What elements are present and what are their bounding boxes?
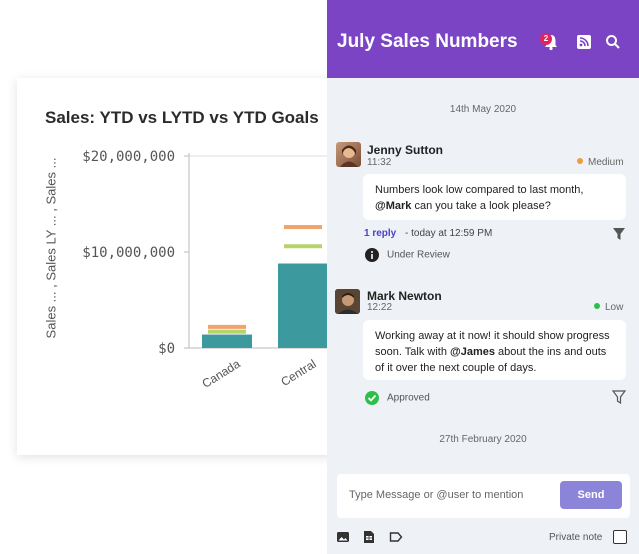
- sales-chart-card: Sales: YTD vs LYTD vs YTD Goals Sales ..…: [17, 78, 347, 455]
- y-tick-label: $10,000,000: [82, 245, 175, 261]
- avatar-image: [335, 289, 360, 314]
- mention[interactable]: @Mark: [375, 200, 411, 212]
- priority-dot: [594, 303, 600, 309]
- send-button[interactable]: Send: [560, 481, 622, 509]
- priority-indicator: Medium: [577, 157, 624, 168]
- date-separator: 14th May 2020: [449, 104, 517, 115]
- status-label: Approved: [387, 392, 430, 404]
- avatar-mark: [335, 289, 360, 314]
- status-label: Under Review: [387, 249, 450, 261]
- image-attach-icon[interactable]: [336, 530, 350, 544]
- marker-lytd: [284, 244, 322, 249]
- spreadsheet-attach-icon[interactable]: [362, 530, 376, 544]
- filter-icon[interactable]: [612, 227, 626, 241]
- message-time: 12:22: [367, 302, 393, 313]
- priority-dot: [577, 158, 583, 164]
- filter-outline-icon[interactable]: [612, 390, 626, 404]
- private-note-label: Private note: [549, 532, 603, 543]
- notification-badge: 2: [540, 33, 552, 45]
- priority-label: Low: [605, 302, 624, 313]
- bar-ytd: [278, 263, 328, 348]
- y-tick-label: $20,000,000: [82, 149, 175, 165]
- status-row: Approved: [365, 391, 430, 405]
- marker-goal: [208, 324, 246, 329]
- message-input[interactable]: [347, 488, 551, 502]
- check-glyph: [367, 394, 377, 402]
- reply-time: - today at 12:59 PM: [405, 228, 493, 239]
- priority-indicator: Low: [594, 302, 623, 313]
- panel-header: July Sales Numbers 2: [327, 0, 639, 78]
- reply-link[interactable]: 1 reply: [364, 228, 396, 239]
- x-tick-label: Canada: [200, 357, 243, 391]
- tag-icon[interactable]: [389, 530, 403, 544]
- status-row: Under Review: [365, 248, 450, 262]
- info-glyph: [371, 251, 373, 259]
- chat-panel: July Sales Numbers 2 14th May 2020 Jenny…: [327, 0, 639, 554]
- y-tick-label: $0: [158, 341, 175, 357]
- panel-title: July Sales Numbers: [337, 31, 518, 52]
- marker-goal: [284, 225, 322, 230]
- avatar-jenny: [336, 142, 361, 167]
- marker-lytd: [208, 329, 246, 334]
- check-icon: [365, 391, 379, 405]
- private-note-checkbox[interactable]: [613, 530, 627, 544]
- info-icon: [365, 248, 379, 262]
- priority-label: Medium: [588, 157, 624, 168]
- message-time: 11:32: [367, 157, 392, 168]
- message-text: Numbers look low compared to last month,: [375, 184, 584, 196]
- message-author[interactable]: Mark Newton: [367, 289, 442, 303]
- message-text: can you take a look please?: [411, 200, 551, 212]
- message-bubble: Numbers look low compared to last month,…: [363, 174, 626, 220]
- message-author[interactable]: Jenny Sutton: [367, 143, 443, 157]
- rss-icon[interactable]: [575, 33, 593, 51]
- message-bubble: Working away at it now! it should show p…: [363, 320, 626, 380]
- search-icon[interactable]: [604, 33, 622, 51]
- x-tick-label: Central: [278, 357, 318, 389]
- mention[interactable]: @James: [450, 346, 495, 358]
- bar-ytd: [202, 334, 252, 348]
- avatar-image: [340, 145, 358, 167]
- date-separator: 27th February 2020: [439, 434, 527, 445]
- compose-box: Send: [337, 474, 630, 518]
- chart-plot: $0$10,000,000$20,000,000CanadaCentralInt…: [82, 149, 347, 391]
